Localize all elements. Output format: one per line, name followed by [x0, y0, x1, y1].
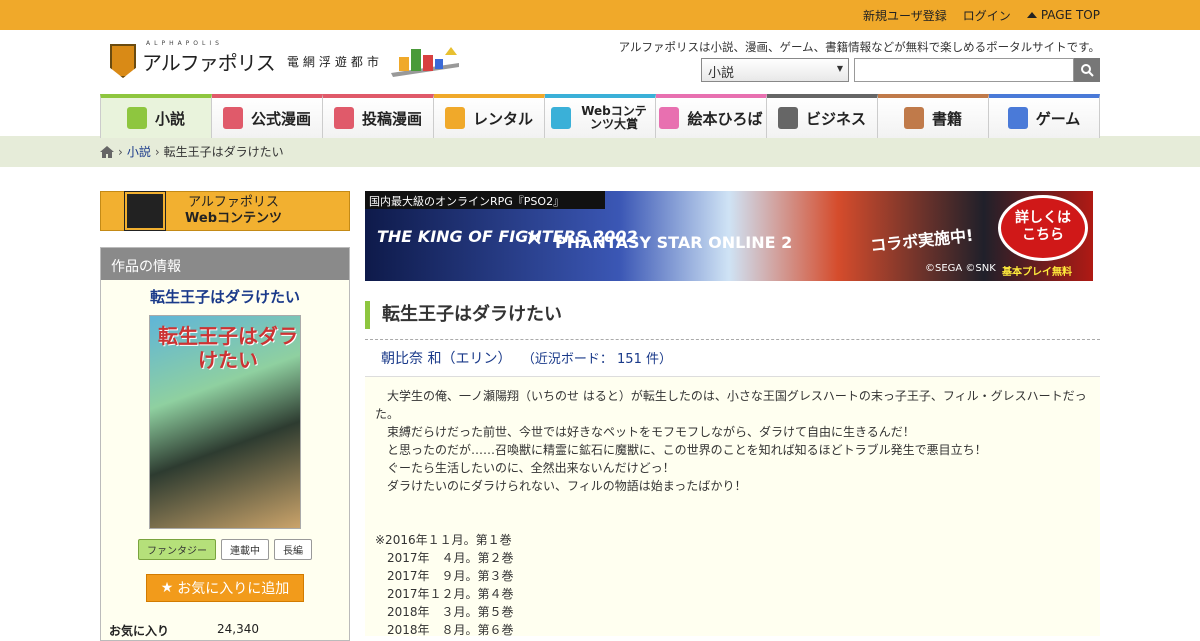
breadcrumb-separator: › [118, 144, 123, 159]
ad-top-text: 国内最大級のオンラインRPG『PSO2』 [365, 191, 605, 209]
synopsis: 大学生の俺、一ノ瀬陽翔（いちのせ はると）が転生したのは、小さな王国グレスハート… [365, 376, 1100, 636]
nav-item-label: 投稿漫画 [361, 109, 422, 128]
add-favorite-label: お気に入りに追加 [177, 581, 290, 597]
main-nav: book-icon 小説 manga-icon 公式漫画 manga-post-icon… [100, 94, 1100, 139]
nav-item-4[interactable]: award-icon Webコンテンツ大賞 [545, 94, 656, 138]
ad-collab-text: コラボ実施中! [869, 225, 975, 256]
cover-image[interactable]: 転生王子はダラけたい [149, 315, 301, 529]
nav-item-1[interactable]: manga-icon 公式漫画 [212, 94, 323, 138]
nav-item-5[interactable]: picturebook-icon 絵本ひろば [656, 94, 767, 138]
nav-item-label: 小説 [154, 109, 185, 128]
ad-cta-badge: 詳しくは こちら [998, 195, 1088, 261]
favorite-count-row: お気に入り 24,340 [101, 622, 349, 639]
nav-item-8[interactable]: game-icon ゲーム [989, 94, 1100, 138]
banner-line2: Webコンテンツ [185, 211, 282, 226]
nav-item-label: レンタル [472, 109, 533, 128]
picturebook-icon: picturebook-icon [659, 107, 680, 129]
logo-text: アルファポリス [142, 50, 276, 75]
synopsis-text: 大学生の俺、一ノ瀬陽翔（いちのせ はると）が転生したのは、小さな王国グレスハート… [375, 389, 1087, 636]
breadcrumb-current: 転生王子はダラけたい [163, 145, 284, 159]
city-buildings-icon [390, 47, 459, 77]
breadcrumb-novel[interactable]: 小説 [127, 143, 151, 160]
search-icon [1081, 64, 1094, 77]
book-icon: book-icon [126, 107, 147, 129]
banner-line1: アルファポリス [188, 195, 279, 210]
register-link[interactable]: 新規ユーザ登録 [863, 7, 947, 24]
nav-item-label: 絵本ひろば [687, 109, 763, 128]
manga-post-icon: manga-post-icon [333, 107, 354, 129]
nav-item-7[interactable]: books-icon 書籍 [878, 94, 989, 138]
left-column: アルファポリス Webコンテンツ 作品の情報 転生王子はダラけたい 転生王子はダ… [100, 191, 350, 641]
work-title[interactable]: 転生王子はダラけたい [101, 286, 349, 307]
ad-copyright: ©SEGA ©SNK [925, 263, 996, 274]
tag-length: 長編 [274, 539, 312, 560]
header: ALPHAPOLIS アルファポリス 電網浮遊都市 アルファポリスは小説、漫画、… [0, 30, 1200, 94]
search-category-select[interactable]: 小説 [701, 58, 849, 82]
favorite-count: 24,340 [217, 622, 259, 636]
rental-icon: rental-icon [444, 107, 465, 129]
breadcrumb: › 小説 › 転生王子はダラけたい [0, 136, 1200, 167]
nav-item-6[interactable]: business-icon ビジネス [767, 94, 878, 138]
nav-item-label: ビジネス [805, 109, 866, 128]
alphapolis-emblem-icon [124, 191, 166, 231]
business-icon: business-icon [777, 107, 798, 129]
logo-subtext: ALPHAPOLIS [146, 40, 223, 47]
home-icon[interactable] [100, 145, 114, 158]
nav-item-label: ゲーム [1035, 109, 1081, 128]
nav-item-0[interactable]: book-icon 小説 [100, 94, 212, 138]
ad-free-text: 基本プレイ無料 [1002, 267, 1072, 278]
favorite-label: お気に入り [109, 624, 170, 638]
site-tagline: アルファポリスは小説、漫画、ゲーム、書籍情報などが無料で楽しめるポータルサイトで… [618, 40, 1100, 54]
tag-status: 連載中 [221, 539, 269, 560]
main-column: 国内最大級のオンラインRPG『PSO2』 THE KING OF FIGHTER… [365, 191, 1100, 636]
nav-item-2[interactable]: manga-post-icon 投稿漫画 [323, 94, 434, 138]
tag-list: ファンタジー 連載中 長編 [101, 539, 349, 560]
nav-item-3[interactable]: rental-icon レンタル [434, 94, 545, 138]
breadcrumb-separator: › [154, 144, 160, 159]
author-link[interactable]: 朝比奈 和（エリン） [381, 351, 511, 367]
web-contents-banner[interactable]: アルファポリス Webコンテンツ [100, 191, 350, 231]
award-icon: award-icon [551, 107, 571, 129]
top-bar: 新規ユーザ登録 ログイン PAGE TOP [0, 0, 1200, 30]
star-icon: ★ [160, 580, 174, 596]
search-button[interactable] [1074, 58, 1100, 82]
search-bar: 小説 [701, 58, 1100, 82]
add-favorite-button[interactable]: ★ お気に入りに追加 [146, 574, 304, 602]
ad-cross-icon: ✕ [525, 227, 544, 252]
game-icon: game-icon [1007, 107, 1028, 129]
cover-title: 転生王子はダラけたい [158, 324, 298, 372]
work-info-header: 作品の情報 [101, 248, 349, 280]
nav-item-label: Webコンテンツ大賞 [581, 104, 647, 131]
logo-city-text: 電網浮遊都市 [286, 54, 383, 69]
site-logo[interactable]: ALPHAPOLIS アルファポリス 電網浮遊都市 [110, 40, 461, 78]
work-info-box: 作品の情報 転生王子はダラけたい 転生王子はダラけたい ファンタジー 連載中 長… [100, 247, 350, 641]
ad-pso-logo: PHANTASY STAR ONLINE 2 [555, 233, 793, 252]
ad-banner[interactable]: 国内最大級のオンラインRPG『PSO2』 THE KING OF FIGHTER… [365, 191, 1093, 281]
tag-genre[interactable]: ファンタジー [138, 539, 216, 560]
books-icon: books-icon [903, 107, 924, 129]
nav-item-label: 公式漫画 [250, 109, 311, 128]
alphapolis-emblem-icon [110, 44, 136, 78]
search-input[interactable] [854, 58, 1074, 82]
board-link[interactable]: （近況ボード： 151 件） [522, 352, 672, 367]
login-link[interactable]: ログイン [963, 7, 1011, 24]
novel-title: 転生王子はダラけたい [365, 301, 1100, 329]
page-top-link[interactable]: PAGE TOP [1027, 8, 1100, 22]
manga-icon: manga-icon [222, 107, 243, 129]
nav-item-label: 書籍 [931, 109, 962, 128]
